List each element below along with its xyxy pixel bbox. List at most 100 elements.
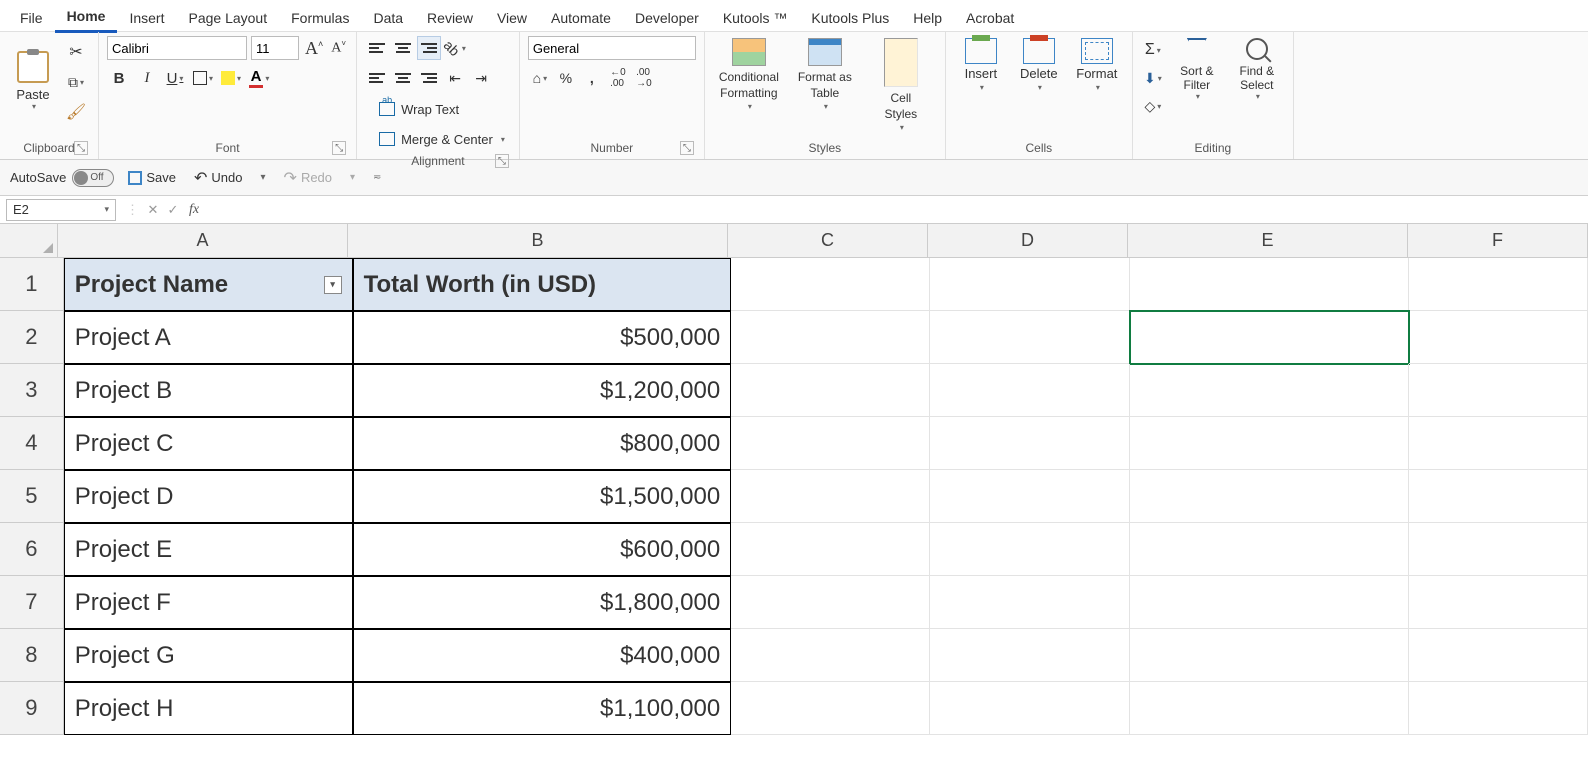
cell-A8[interactable]: Project G <box>64 629 353 682</box>
name-box[interactable]: E2 ▾ <box>6 199 116 221</box>
fx-icon[interactable]: fx <box>183 202 205 218</box>
decrease-font-button[interactable]: A˅ <box>329 39 348 57</box>
cell-C9[interactable] <box>731 682 930 735</box>
delete-cells-button[interactable]: Delete <box>1012 36 1066 132</box>
cell-B5[interactable]: $1,500,000 <box>353 470 732 523</box>
cell-E1[interactable] <box>1130 258 1409 311</box>
cell-C8[interactable] <box>731 629 930 682</box>
tab-automate[interactable]: Automate <box>539 4 623 32</box>
cell-D9[interactable] <box>930 682 1129 735</box>
cell-A5[interactable]: Project D <box>64 470 353 523</box>
row-header-3[interactable]: 3 <box>0 364 64 417</box>
row-header-4[interactable]: 4 <box>0 417 64 470</box>
format-as-table-button[interactable]: Format as Table <box>789 36 861 132</box>
qat-customize[interactable]: ≂ <box>369 170 385 185</box>
tab-help[interactable]: Help <box>901 4 954 32</box>
tab-file[interactable]: File <box>8 4 55 32</box>
cell-D1[interactable] <box>930 258 1129 311</box>
column-header-E[interactable]: E <box>1128 224 1408 258</box>
tab-formulas[interactable]: Formulas <box>279 4 361 32</box>
tab-view[interactable]: View <box>485 4 539 32</box>
cell-F8[interactable] <box>1409 629 1588 682</box>
cell-D7[interactable] <box>930 576 1129 629</box>
undo-dropdown[interactable]: ▾ <box>257 170 270 185</box>
cell-D2[interactable] <box>930 311 1129 364</box>
tab-home[interactable]: Home <box>55 2 118 33</box>
fill-color-button[interactable] <box>219 66 243 90</box>
autosum-button[interactable]: Σ <box>1141 38 1165 62</box>
font-name-select[interactable] <box>107 36 247 60</box>
accounting-format-button[interactable]: ⌂ <box>528 66 552 90</box>
cell-F7[interactable] <box>1409 576 1588 629</box>
percent-button[interactable]: % <box>554 66 578 90</box>
cell-E9[interactable] <box>1130 682 1409 735</box>
column-header-C[interactable]: C <box>728 224 928 258</box>
cell-B8[interactable]: $400,000 <box>353 629 732 682</box>
cell-B7[interactable]: $1,800,000 <box>353 576 732 629</box>
increase-indent-button[interactable]: ⇥ <box>469 66 493 90</box>
align-right-button[interactable] <box>417 66 441 90</box>
filter-dropdown[interactable]: ▾ <box>324 276 342 294</box>
cell-A2[interactable]: Project A <box>64 311 353 364</box>
cell-C5[interactable] <box>731 470 930 523</box>
column-header-B[interactable]: B <box>348 224 728 258</box>
save-button[interactable]: Save <box>124 168 180 187</box>
underline-button[interactable]: U <box>163 66 187 90</box>
cell-F9[interactable] <box>1409 682 1588 735</box>
cell-E6[interactable] <box>1130 523 1409 576</box>
cell-D3[interactable] <box>930 364 1129 417</box>
cell-C2[interactable] <box>731 311 930 364</box>
copy-button[interactable]: ⧉ <box>62 70 90 94</box>
align-bottom-button[interactable] <box>417 36 441 60</box>
format-painter-button[interactable]: 🖌 <box>62 100 90 124</box>
cell-A9[interactable]: Project H <box>64 682 353 735</box>
decrease-decimal-button[interactable]: .00→0 <box>632 66 656 90</box>
column-header-F[interactable]: F <box>1408 224 1588 258</box>
redo-button[interactable]: ↷ Redo <box>280 166 336 190</box>
cell-A7[interactable]: Project F <box>64 576 353 629</box>
cell-E8[interactable] <box>1130 629 1409 682</box>
font-color-button[interactable]: A <box>247 66 271 90</box>
clipboard-launcher[interactable]: ⤡ <box>74 141 88 155</box>
number-format-select[interactable] <box>528 36 696 60</box>
cell-D4[interactable] <box>930 417 1129 470</box>
row-header-6[interactable]: 6 <box>0 523 64 576</box>
cut-button[interactable]: ✂ <box>62 40 90 64</box>
increase-decimal-button[interactable]: ←0.00 <box>606 66 630 90</box>
cell-F2[interactable] <box>1409 311 1588 364</box>
orientation-button[interactable]: ab <box>443 36 467 60</box>
alignment-launcher[interactable]: ⤡ <box>495 154 509 168</box>
cell-C7[interactable] <box>731 576 930 629</box>
cell-F6[interactable] <box>1409 523 1588 576</box>
insert-cells-button[interactable]: Insert <box>954 36 1008 132</box>
cell-E4[interactable] <box>1130 417 1409 470</box>
enter-formula-button[interactable]: ✓ <box>163 202 183 218</box>
fill-button[interactable]: ⬇ <box>1141 66 1165 90</box>
cell-A3[interactable]: Project B <box>64 364 353 417</box>
font-size-select[interactable] <box>251 36 299 60</box>
cell-C3[interactable] <box>731 364 930 417</box>
cell-E2[interactable] <box>1130 311 1409 364</box>
tab-data[interactable]: Data <box>361 4 415 32</box>
cell-A6[interactable]: Project E <box>64 523 353 576</box>
cell-F3[interactable] <box>1409 364 1588 417</box>
cell-B4[interactable]: $800,000 <box>353 417 732 470</box>
row-header-5[interactable]: 5 <box>0 470 64 523</box>
cell-B2[interactable]: $500,000 <box>353 311 732 364</box>
italic-button[interactable]: I <box>135 66 159 90</box>
align-center-button[interactable] <box>391 66 415 90</box>
bold-button[interactable]: B <box>107 66 131 90</box>
row-header-9[interactable]: 9 <box>0 682 64 735</box>
cell-E3[interactable] <box>1130 364 1409 417</box>
column-header-A[interactable]: A <box>58 224 348 258</box>
redo-dropdown[interactable]: ▾ <box>346 170 359 185</box>
borders-button[interactable] <box>191 66 215 90</box>
cell-D8[interactable] <box>930 629 1129 682</box>
cell-B3[interactable]: $1,200,000 <box>353 364 732 417</box>
row-header-1[interactable]: 1 <box>0 258 64 311</box>
tab-developer[interactable]: Developer <box>623 4 711 32</box>
cell-B9[interactable]: $1,100,000 <box>353 682 732 735</box>
font-launcher[interactable]: ⤡ <box>332 141 346 155</box>
tab-kutools-[interactable]: Kutools ™ <box>711 4 800 32</box>
align-top-button[interactable] <box>365 36 389 60</box>
